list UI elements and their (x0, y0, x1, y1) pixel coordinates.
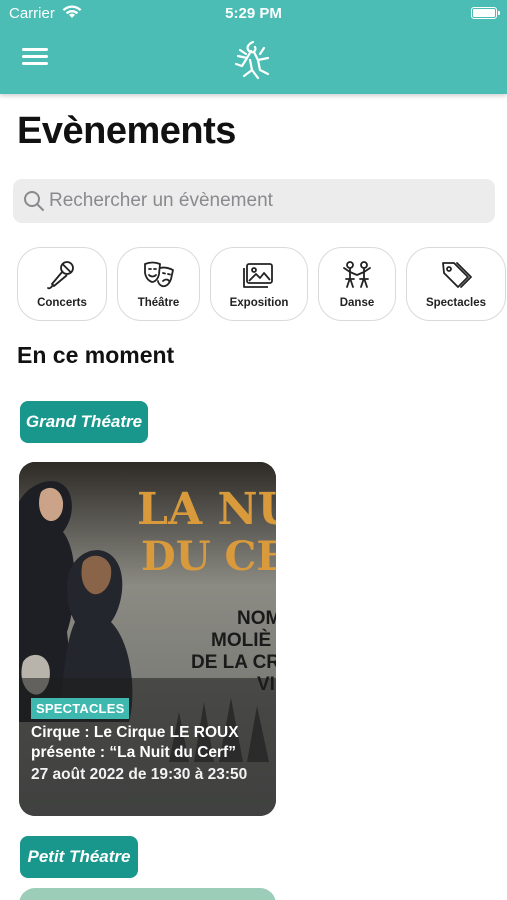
category-label: Exposition (229, 297, 289, 309)
battery-icon (471, 7, 500, 19)
venue-tag-petit-theatre[interactable]: Petit Théatre (20, 836, 138, 878)
category-label: Concerts (37, 297, 87, 309)
dancers-icon (340, 259, 374, 291)
event-title: Cirque : Le Cirque LE ROUX présente : “L… (31, 724, 239, 761)
category-label: Théâtre (137, 297, 180, 309)
gallery-images-icon (242, 259, 276, 291)
tags-icon (439, 259, 473, 291)
section-title: En ce moment (17, 342, 175, 368)
poster-text: LA NU (137, 484, 276, 535)
poster-text: MOLIÈ (211, 629, 271, 651)
category-exposition-button[interactable]: Exposition (210, 247, 308, 321)
theater-masks-icon (142, 259, 176, 291)
event-card-partial[interactable] (19, 888, 276, 900)
event-date: 27 août 2022 de 19:30 à 23:50 (31, 766, 248, 783)
category-spectacles-button[interactable]: Spectacles (406, 247, 506, 321)
poster-text: DE LA CR (191, 652, 276, 673)
event-card[interactable]: LA NU DU CE NOM MOLIÈ DE LA CR VI SPECTA… (19, 462, 276, 816)
poster-text: DU CE (141, 533, 276, 580)
poster-text: NOM (237, 608, 276, 629)
app-header: Carrier 5:29 PM (0, 0, 507, 94)
category-label: Danse (339, 297, 375, 309)
category-theatre-button[interactable]: Théâtre (117, 247, 200, 321)
search-icon (23, 190, 45, 212)
hamburger-menu-icon[interactable] (22, 48, 48, 70)
microphone-icon (45, 259, 79, 291)
clock: 5:29 PM (225, 5, 282, 22)
event-category-tag: SPECTACLES (31, 698, 130, 719)
search-bar[interactable] (13, 179, 495, 223)
app-logo[interactable] (230, 36, 276, 82)
search-input[interactable] (49, 179, 489, 223)
category-danse-button[interactable]: Danse (318, 247, 396, 321)
venue-tag-grand-theatre[interactable]: Grand Théatre (20, 401, 148, 443)
category-filters: Concerts Théâtre Exposition Danse Specta… (0, 247, 507, 321)
category-label: Spectacles (425, 297, 487, 309)
category-concerts-button[interactable]: Concerts (17, 247, 107, 321)
status-bar: Carrier 5:29 PM (0, 0, 507, 28)
page-title: Evènements (17, 110, 236, 152)
